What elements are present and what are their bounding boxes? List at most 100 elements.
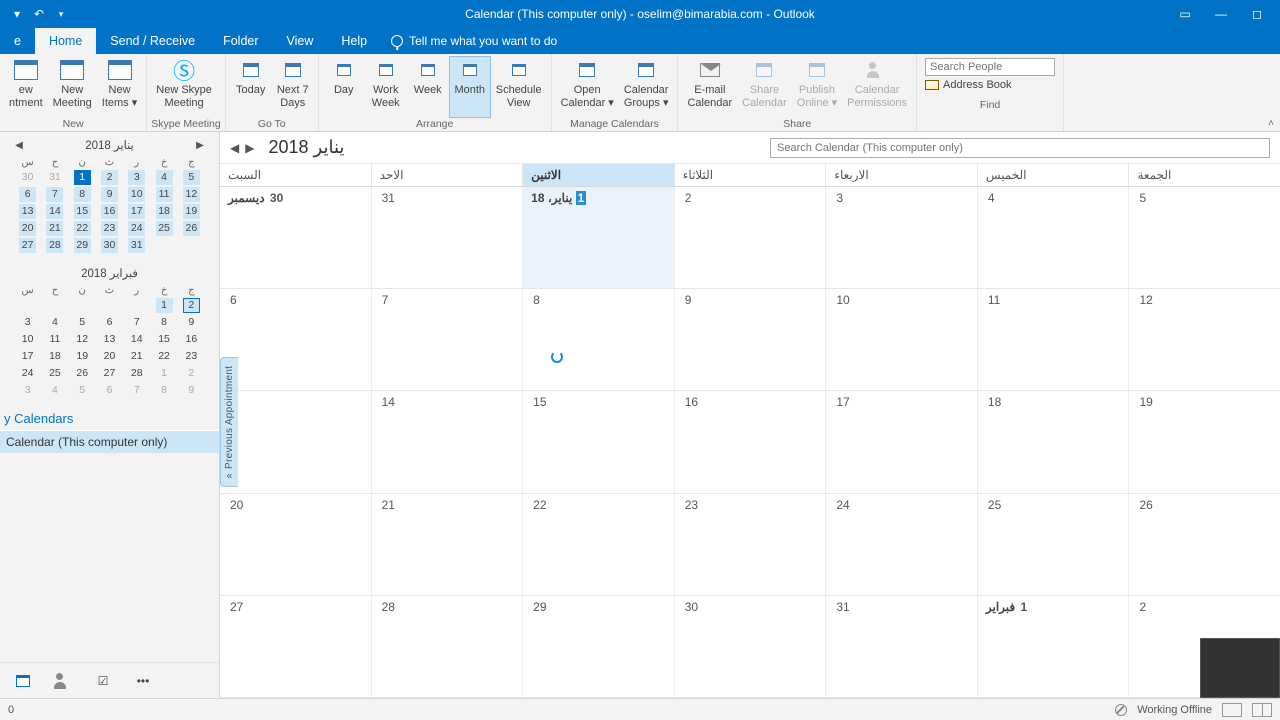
minical-day[interactable]: 9 [178, 314, 205, 331]
calendar-day-cell[interactable]: 11 [977, 289, 1129, 390]
tab-view[interactable]: View [273, 28, 328, 54]
day-view-button[interactable]: Day [323, 56, 365, 118]
calendar-day-cell[interactable]: 25 [977, 494, 1129, 595]
minical-day[interactable]: 23 [178, 348, 205, 365]
minical-day[interactable]: 2 [178, 365, 205, 382]
mini-calendar-2[interactable]: فبراير 2018سحنثرخج1234567891011121314151… [0, 260, 219, 405]
new-meeting-button[interactable]: New Meeting [48, 56, 97, 118]
minical-day[interactable]: 24 [14, 365, 41, 382]
minical-day[interactable]: 23 [96, 220, 123, 237]
minical-day[interactable] [150, 237, 177, 254]
minical-day[interactable]: 12 [178, 186, 205, 203]
minical-day[interactable]: 5 [69, 314, 96, 331]
minical-day[interactable]: 20 [96, 348, 123, 365]
minical-day[interactable]: 1 [150, 365, 177, 382]
minical-day[interactable]: 4 [150, 169, 177, 186]
minical-day[interactable]: 7 [123, 382, 150, 399]
minical-day[interactable]: 30 [14, 169, 41, 186]
minical-day[interactable]: 9 [96, 186, 123, 203]
minical-day[interactable]: 6 [96, 382, 123, 399]
minical-day[interactable]: 27 [14, 237, 41, 254]
calendar-day-cell[interactable]: 23 [674, 494, 826, 595]
minical-day[interactable]: 26 [69, 365, 96, 382]
minical-day[interactable] [96, 297, 123, 314]
calendar-day-cell[interactable]: 28 [371, 596, 523, 697]
minical-day[interactable]: 12 [69, 331, 96, 348]
open-calendar-button[interactable]: Open Calendar ▾ [556, 56, 619, 118]
calendar-day-cell[interactable]: 12 [1128, 289, 1280, 390]
minical-day[interactable]: 22 [69, 220, 96, 237]
calendar-day-cell[interactable]: 24 [825, 494, 977, 595]
minical-day[interactable] [14, 297, 41, 314]
minical-day[interactable]: 3 [14, 314, 41, 331]
calendar-day-cell[interactable]: 9 [674, 289, 826, 390]
ribbon-display-icon[interactable]: ▭ [1178, 7, 1192, 21]
mini-calendar-1[interactable]: ◀يناير 2018▶سحنثرخج303112345678910111213… [0, 132, 219, 260]
minical-day[interactable]: 30 [96, 237, 123, 254]
calendar-day-cell[interactable]: 14 [371, 391, 523, 492]
minical-day[interactable] [69, 297, 96, 314]
calendar-day-cell[interactable]: 27 [220, 596, 371, 697]
minical-day[interactable]: 15 [150, 331, 177, 348]
calendar-day-cell[interactable]: 31 [371, 187, 523, 288]
address-book-button[interactable]: Address Book [925, 79, 1055, 91]
minical-day[interactable]: 10 [123, 186, 150, 203]
calendar-list-item[interactable]: Calendar (This computer only) [0, 430, 219, 453]
minical-day[interactable]: 31 [123, 237, 150, 254]
tab-help[interactable]: Help [327, 28, 381, 54]
minical-day[interactable]: 29 [69, 237, 96, 254]
quick-access-icon[interactable]: ▾ [10, 7, 24, 21]
view-normal-icon[interactable] [1222, 703, 1242, 717]
minical-day[interactable]: 13 [14, 203, 41, 220]
tab-send-receive[interactable]: Send / Receive [96, 28, 209, 54]
minical-day[interactable]: 25 [41, 365, 68, 382]
next7days-button[interactable]: Next 7 Days [272, 56, 314, 118]
minical-day[interactable]: 3 [123, 169, 150, 186]
calendar-day-cell[interactable]: 10 [825, 289, 977, 390]
minical-day[interactable]: 6 [96, 314, 123, 331]
minical-day[interactable]: 28 [123, 365, 150, 382]
calendar-day-cell[interactable]: 18 [977, 391, 1129, 492]
calendar-day-cell[interactable]: 2 [674, 187, 826, 288]
minical-day[interactable]: 22 [150, 348, 177, 365]
minical-day[interactable]: 25 [150, 220, 177, 237]
minical-day[interactable]: 21 [123, 348, 150, 365]
view-reading-icon[interactable] [1252, 703, 1272, 717]
minical-day[interactable]: 19 [178, 203, 205, 220]
minical-day[interactable]: 14 [41, 203, 68, 220]
email-calendar-button[interactable]: E-mail Calendar [682, 56, 737, 118]
minical-day[interactable]: 19 [69, 348, 96, 365]
minical-day[interactable]: 2 [96, 169, 123, 186]
nav-calendar-icon[interactable] [14, 672, 32, 690]
calendar-day-cell[interactable]: فبراير 1 [977, 596, 1129, 697]
calendar-day-cell[interactable]: 19 [1128, 391, 1280, 492]
minical-day[interactable]: 8 [69, 186, 96, 203]
minical-day[interactable]: 18 [150, 203, 177, 220]
month-view-button[interactable]: Month [449, 56, 491, 118]
minical-day[interactable]: 7 [41, 186, 68, 203]
tab-folder[interactable]: Folder [209, 28, 272, 54]
qat-customize-icon[interactable]: ▾ [54, 7, 68, 21]
calendar-day-cell[interactable]: 7 [371, 289, 523, 390]
maximize-icon[interactable]: ◻ [1250, 7, 1264, 21]
tab-home[interactable]: Home [35, 28, 96, 54]
calendar-day-cell[interactable]: 31 [825, 596, 977, 697]
calendar-day-cell[interactable]: 6 [220, 289, 371, 390]
my-calendars-header[interactable]: y Calendars [0, 405, 219, 430]
undo-icon[interactable]: ↶ [32, 7, 46, 21]
calendar-day-cell[interactable]: 21 [371, 494, 523, 595]
minical-prev-icon[interactable]: ◀ [14, 140, 24, 151]
tab-file[interactable]: e [0, 28, 35, 54]
minical-day[interactable]: 27 [96, 365, 123, 382]
calendar-day-cell[interactable]: 3 [825, 187, 977, 288]
today-button[interactable]: Today [230, 56, 272, 118]
minical-day[interactable] [41, 297, 68, 314]
calendar-day-cell[interactable]: 17 [825, 391, 977, 492]
prev-month-icon[interactable]: ◀ [230, 141, 239, 155]
minical-day[interactable]: 11 [150, 186, 177, 203]
nav-people-icon[interactable] [54, 672, 72, 690]
minical-day[interactable]: 13 [96, 331, 123, 348]
minical-day[interactable]: 20 [14, 220, 41, 237]
calendar-day-cell[interactable] [220, 391, 371, 492]
minical-day[interactable]: 24 [123, 220, 150, 237]
